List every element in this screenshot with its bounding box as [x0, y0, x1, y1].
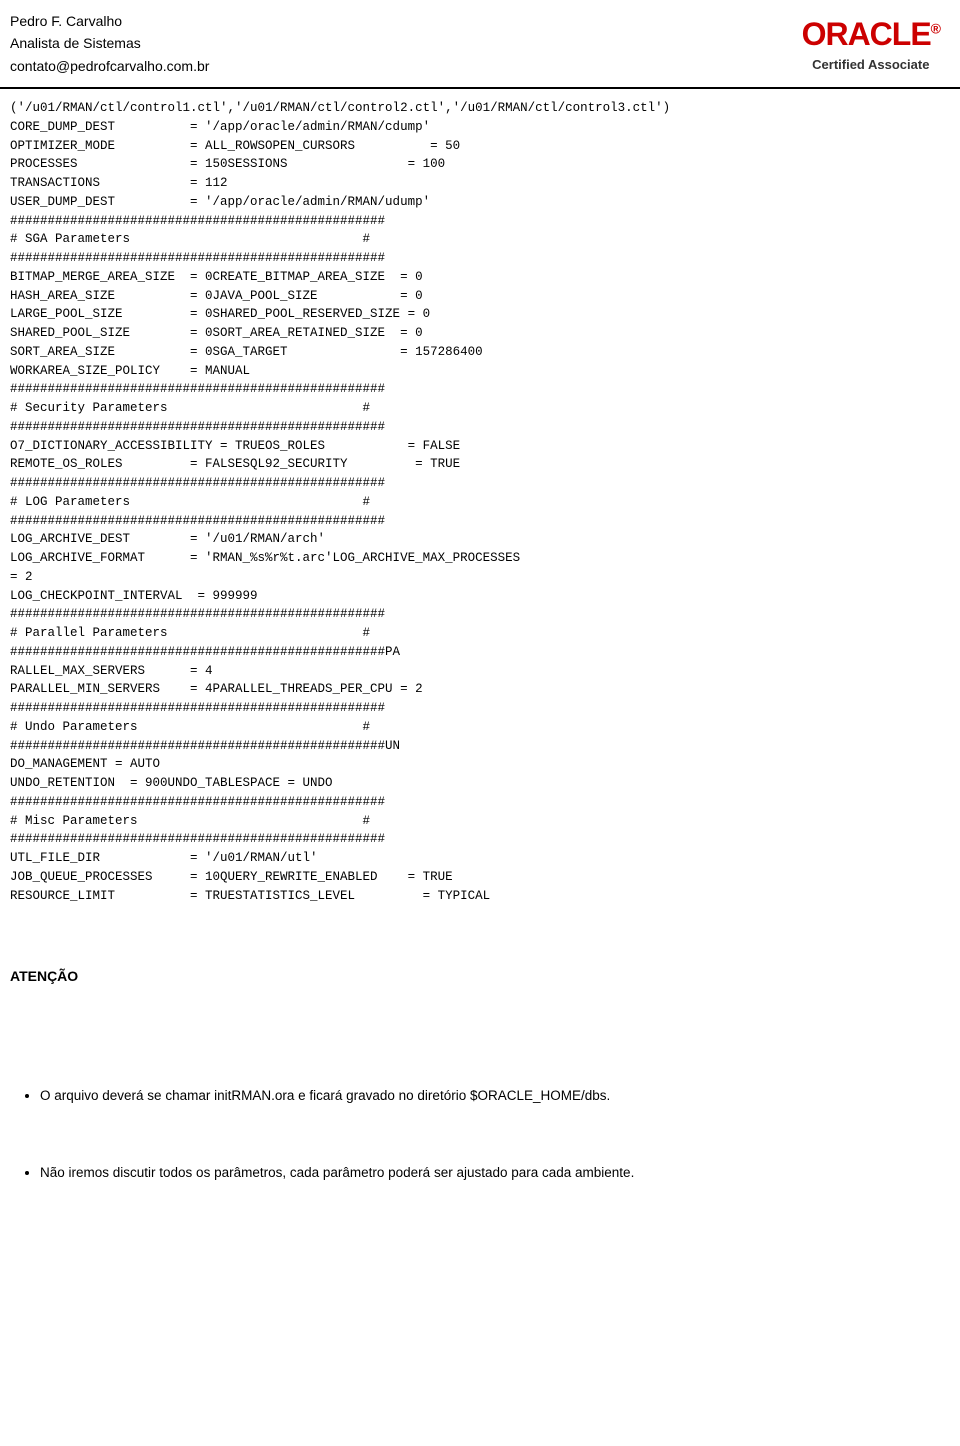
parallel-params: RALLEL_MAX_SERVERS = 4 PARALLEL_MIN_SERV… — [10, 664, 423, 697]
log-header: ########################################… — [10, 476, 385, 528]
registered-trademark: ® — [931, 20, 940, 36]
main-params: CORE_DUMP_DEST = '/app/oracle/admin/RMAN… — [10, 120, 460, 209]
parallel-header: ########################################… — [10, 607, 400, 659]
bullet-list: O arquivo deverá se chamar initRMAN.ora … — [40, 1039, 940, 1239]
author-name: Pedro F. Carvalho — [10, 10, 209, 32]
security-header: ########################################… — [10, 382, 385, 434]
certified-associate-text: Certified Associate — [812, 57, 929, 72]
bullet-item-1: O arquivo deverá se chamar initRMAN.ora … — [40, 1085, 940, 1108]
oracle-logo: ORACLE® — [802, 16, 940, 53]
author-title: Analista de Sistemas — [10, 32, 209, 54]
author-email: contato@pedrofcarvalho.com.br — [10, 55, 209, 77]
misc-header: ########################################… — [10, 795, 385, 847]
bullet-item-2: Não iremos discutir todos os parâmetros,… — [40, 1162, 940, 1185]
attention-section: ATENÇÃO O arquivo deverá se chamar initR… — [10, 925, 940, 1259]
oracle-certification: ORACLE® Certified Associate — [802, 16, 940, 72]
attention-title: ATENÇÃO — [10, 966, 940, 987]
author-info: Pedro F. Carvalho Analista de Sistemas c… — [10, 10, 209, 77]
main-content-area: ('/u01/RMAN/ctl/control1.ctl','/u01/RMAN… — [0, 89, 960, 1279]
page-header: Pedro F. Carvalho Analista de Sistemas c… — [0, 0, 960, 89]
log-params: LOG_ARCHIVE_DEST = '/u01/RMAN/arch' LOG_… — [10, 532, 520, 602]
oracle-text: ORACLE — [802, 16, 931, 52]
security-params: O7_DICTIONARY_ACCESSIBILITY = TRUEOS_ROL… — [10, 439, 460, 472]
sga-params: BITMAP_MERGE_AREA_SIZE = 0CREATE_BITMAP_… — [10, 270, 483, 378]
undo-params: DO_MANAGEMENT = AUTO UNDO_RETENTION = 90… — [10, 757, 333, 790]
misc-params: UTL_FILE_DIR = '/u01/RMAN/utl' JOB_QUEUE… — [10, 851, 490, 903]
undo-header: ########################################… — [10, 701, 400, 753]
sga-header: ########################################… — [10, 214, 385, 266]
control-files-line: ('/u01/RMAN/ctl/control1.ctl','/u01/RMAN… — [10, 101, 670, 115]
